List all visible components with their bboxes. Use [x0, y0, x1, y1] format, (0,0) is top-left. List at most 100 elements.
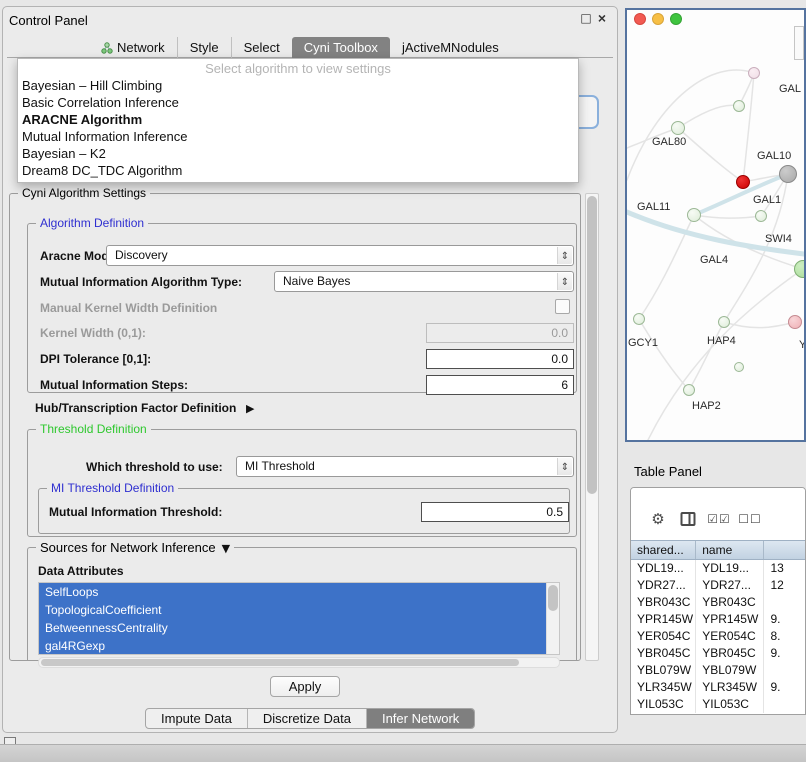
table-row[interactable]: YBL079W YBL079W [631, 662, 805, 679]
scrollbar-thumb[interactable] [41, 659, 519, 666]
dpi-tolerance-field[interactable]: 0.0 [426, 349, 574, 369]
table-row[interactable]: YDL19... YDL19... 13 [631, 560, 805, 577]
network-node[interactable] [788, 315, 802, 329]
network-node[interactable] [733, 100, 745, 112]
aracne-mode-select[interactable]: Discovery ⇕ [106, 245, 574, 266]
network-node[interactable] [748, 67, 760, 79]
mi-steps-label: Mutual Information Steps: [40, 378, 188, 392]
node-label: GAL11 [637, 201, 670, 213]
sources-title-expander[interactable]: Sources for Network Inference▼ [36, 540, 234, 555]
gear-icon[interactable]: ⚙ [651, 508, 664, 530]
list-vertical-scrollbar[interactable] [546, 583, 559, 654]
cell: YLR345W [631, 679, 696, 696]
mi-steps-field[interactable]: 6 [426, 375, 574, 395]
tab-cyni-toolbox[interactable]: Cyni Toolbox [292, 37, 390, 58]
data-attributes-list: SelfLoops TopologicalCoefficient Between… [38, 582, 560, 655]
list-horizontal-scrollbar[interactable] [38, 657, 560, 668]
column-header[interactable] [764, 541, 805, 559]
attribute-item-selected[interactable]: gal4RGexp [39, 637, 546, 655]
network-node[interactable] [734, 362, 744, 372]
deselect-all-columns-icon[interactable]: ☐☐ [738, 508, 762, 530]
tab-impute-data[interactable]: Impute Data [146, 709, 247, 728]
cell: 8. [764, 628, 805, 645]
scrollbar-thumb[interactable] [548, 585, 558, 611]
selected-value: Discovery [115, 248, 168, 262]
table-row[interactable]: YDR27... YDR27... 12 [631, 577, 805, 594]
algorithm-option[interactable]: Basic Correlation Inference [18, 94, 578, 111]
network-node[interactable] [755, 210, 767, 222]
mi-threshold-field[interactable]: 0.5 [421, 502, 569, 522]
tab-discretize-data[interactable]: Discretize Data [247, 709, 366, 728]
column-header-name[interactable]: name [696, 541, 764, 559]
table-row[interactable]: YBR045C YBR045C 9. [631, 645, 805, 662]
hub-definition-expander[interactable]: Hub/Transcription Factor Definition ▶ [35, 400, 254, 416]
algorithm-option[interactable]: Mutual Information Inference [18, 128, 578, 145]
node-label: GAL10 [757, 150, 791, 162]
mi-threshold-definition-group: MI Threshold Definition Mutual Informati… [38, 488, 570, 534]
table-row[interactable]: YLR345W YLR345W 9. [631, 679, 805, 696]
algorithm-placeholder-option[interactable]: Select algorithm to view settings [18, 60, 578, 77]
network-node[interactable] [683, 384, 695, 396]
network-node[interactable] [718, 316, 730, 328]
group-title: Cyni Algorithm Settings [18, 186, 150, 200]
algorithm-option-selected[interactable]: ARACNE Algorithm [18, 111, 578, 128]
stepper-icon: ⇕ [557, 273, 572, 290]
cell: YBR043C [696, 594, 764, 611]
threshold-definition-group: Threshold Definition Which threshold to … [27, 429, 577, 537]
float-window-icon[interactable]: □ [579, 11, 593, 25]
tab-label: Select [244, 38, 280, 58]
cell: YBL079W [631, 662, 696, 679]
table-panel-title: Table Panel [634, 464, 702, 479]
algorithm-option[interactable]: Bayesian – K2 [18, 145, 578, 162]
which-threshold-select[interactable]: MI Threshold ⇕ [236, 456, 574, 477]
mi-algorithm-type-select[interactable]: Naive Bayes ⇕ [274, 271, 574, 292]
cell: 9. [764, 645, 805, 662]
cell [764, 594, 805, 611]
tab-jactivemnodules[interactable]: jActiveMNodules [390, 37, 511, 58]
tab-style[interactable]: Style [177, 37, 231, 58]
table-row[interactable]: YIL053C YIL053C [631, 696, 805, 713]
table-row[interactable]: YBR043C YBR043C [631, 594, 805, 611]
table-row[interactable]: YER054C YER054C 8. [631, 628, 805, 645]
column-header-shared-name[interactable]: shared... [631, 541, 696, 559]
node-label: GAL [779, 83, 801, 95]
algorithm-dropdown-popup: Select algorithm to view settings Bayesi… [17, 58, 579, 183]
close-traffic-light[interactable] [634, 13, 646, 25]
stepper-icon: ⇕ [557, 247, 572, 264]
network-node[interactable] [671, 121, 685, 135]
stepper-icon: ⇕ [557, 458, 572, 475]
tab-infer-network[interactable]: Infer Network [366, 709, 474, 728]
algorithm-option[interactable]: Dream8 DC_TDC Algorithm [18, 162, 578, 179]
network-canvas[interactable]: GAL GAL80 GAL10 GAL11 GAL1 SWI4 GAL4 GCY… [627, 30, 804, 440]
mi-algorithm-type-label: Mutual Information Algorithm Type: [40, 275, 242, 289]
tab-label: jActiveMNodules [402, 38, 499, 58]
node-label: Y [799, 339, 804, 351]
network-node-highlighted[interactable] [736, 175, 750, 189]
network-node[interactable] [633, 313, 645, 325]
network-icon [101, 42, 113, 54]
attribute-item-selected[interactable]: BetweennessCentrality [39, 619, 546, 637]
network-node[interactable] [687, 208, 701, 222]
table-row[interactable]: YPR145W YPR145W 9. [631, 611, 805, 628]
network-node-hub[interactable] [779, 165, 797, 183]
attribute-item-selected[interactable]: TopologicalCoefficient [39, 601, 546, 619]
minimize-traffic-light[interactable] [652, 13, 664, 25]
cell: YDR27... [631, 577, 696, 594]
close-icon[interactable]: × [595, 11, 609, 25]
columns-icon[interactable] [681, 512, 696, 526]
cell: YER054C [631, 628, 696, 645]
table-panel-window: ⚙ ☑☑ ☐☐ shared... name YDL19... YDL19...… [630, 487, 806, 715]
settings-vertical-scrollbar[interactable] [585, 193, 599, 661]
kernel-width-field[interactable]: 0.0 [426, 323, 574, 343]
tab-network[interactable]: Network [89, 37, 177, 58]
manual-kernel-width-checkbox[interactable] [555, 299, 570, 314]
zoom-traffic-light[interactable] [670, 13, 682, 25]
attribute-item-selected[interactable]: SelfLoops [39, 583, 546, 601]
tab-select[interactable]: Select [231, 37, 292, 58]
apply-button[interactable]: Apply [270, 676, 340, 697]
group-title: MI Threshold Definition [47, 481, 178, 495]
scrollbar-thumb[interactable] [587, 196, 597, 494]
algorithm-option[interactable]: Bayesian – Hill Climbing [18, 77, 578, 94]
select-all-columns-icon[interactable]: ☑☑ [707, 508, 731, 530]
node-label: HAP4 [707, 335, 736, 347]
